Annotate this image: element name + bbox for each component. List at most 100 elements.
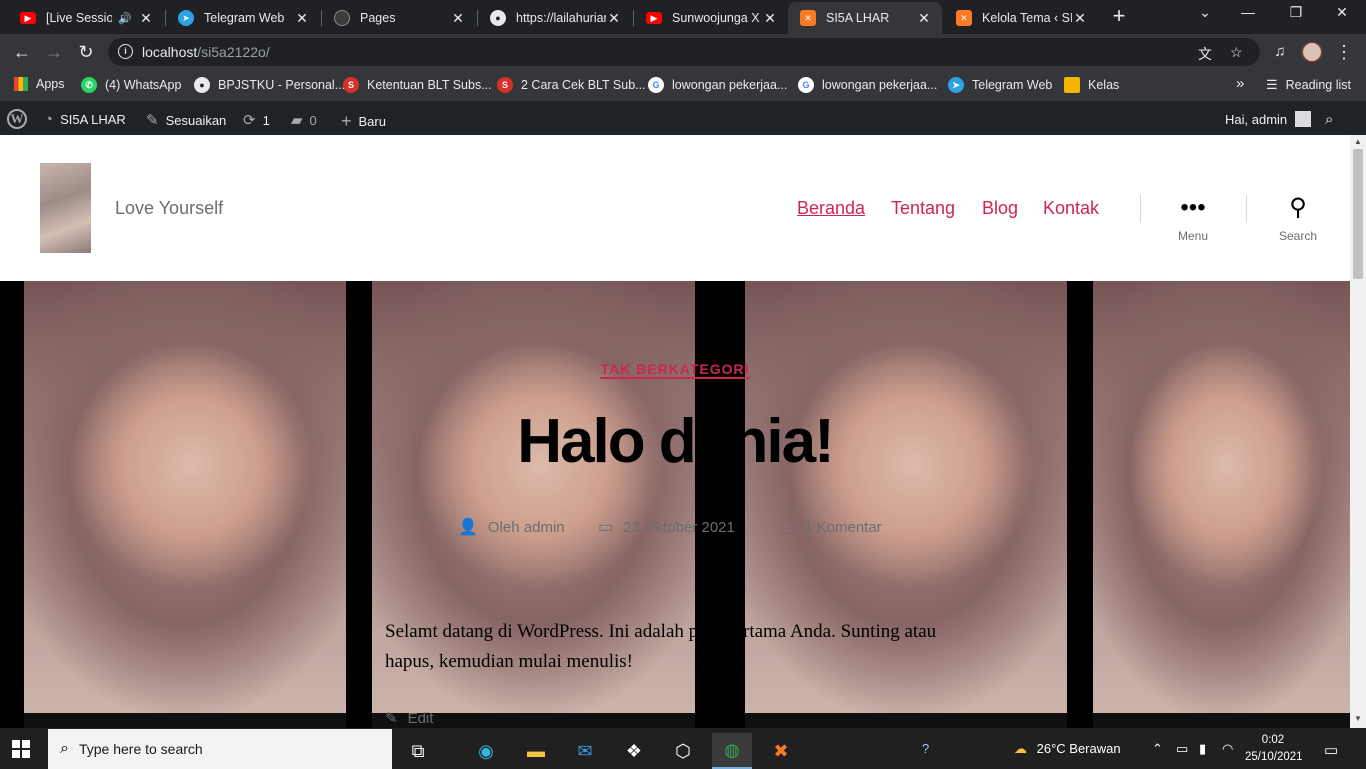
new-tab-button[interactable]: + bbox=[1108, 5, 1130, 27]
tab-title: SI5A LHAR bbox=[826, 11, 890, 25]
admin-comments[interactable]: ▰ 0 bbox=[291, 111, 317, 129]
bookmark-label: (4) WhatsApp bbox=[105, 78, 182, 92]
admin-site-name[interactable]: ◔ SI5A LHAR bbox=[44, 111, 126, 128]
tab-sunwoojunga[interactable]: ▶ Sunwoojunga X C ✕ bbox=[634, 2, 788, 34]
bookmark-lowongan-1[interactable]: G lowongan pekerjaa... bbox=[648, 77, 787, 93]
close-tab-icon[interactable]: ✕ bbox=[916, 10, 932, 27]
bookmark-telegram[interactable]: ➤ Telegram Web bbox=[948, 77, 1052, 93]
taskbar-search-box[interactable]: ⌕ Type here to search bbox=[48, 729, 392, 769]
admin-search-icon[interactable]: ⌕ bbox=[1325, 111, 1340, 128]
nav-beranda[interactable]: Beranda bbox=[797, 198, 865, 219]
nav-kontak[interactable]: Kontak bbox=[1043, 198, 1099, 219]
post-author[interactable]: 👤 Oleh admin bbox=[458, 517, 565, 537]
close-tab-icon[interactable]: ✕ bbox=[138, 10, 154, 27]
show-hidden-icons[interactable]: ⌃ bbox=[1152, 741, 1163, 757]
minimize-button[interactable]: — bbox=[1228, 4, 1268, 20]
restore-button[interactable]: ❐ bbox=[1276, 4, 1316, 21]
url-text[interactable]: localhost/si5a2122o/ bbox=[142, 44, 270, 60]
vpn-app-icon[interactable]: ⬡ bbox=[663, 733, 703, 769]
bookmark-cara-cek-blt[interactable]: S 2 Cara Cek BLT Sub... bbox=[497, 77, 646, 93]
user-icon: 👤 bbox=[458, 519, 478, 536]
address-bar[interactable]: i localhost/si5a2122o/ 文 ☆ bbox=[108, 38, 1260, 66]
close-tab-icon[interactable]: ✕ bbox=[294, 10, 310, 27]
admin-account[interactable]: Hai, admin bbox=[1225, 111, 1312, 127]
meet-now-icon[interactable]: ▭ bbox=[1176, 741, 1188, 757]
admin-new[interactable]: + Baru bbox=[341, 111, 386, 132]
edit-post-link[interactable]: ✎ Edit bbox=[385, 709, 433, 728]
admin-updates[interactable]: ⟳ 1 bbox=[243, 111, 270, 129]
close-window-button[interactable]: ✕ bbox=[1322, 4, 1362, 21]
notification-center-icon[interactable]: ▭ bbox=[1324, 741, 1338, 759]
dropbox-icon[interactable]: ❖ bbox=[614, 733, 654, 769]
chrome-menu-icon[interactable]: ⋮ bbox=[1332, 40, 1356, 64]
admin-customize[interactable]: ✎ Sesuaikan bbox=[146, 111, 226, 129]
browser-toolbar: ← → ↻ i localhost/si5a2122o/ 文 ☆ ♫ ⋮ bbox=[0, 34, 1366, 70]
file-explorer-icon[interactable]: ▬ bbox=[516, 733, 556, 769]
close-tab-icon[interactable]: ✕ bbox=[762, 10, 778, 27]
more-bookmarks-button[interactable]: » bbox=[1236, 75, 1244, 92]
menu-toggle-button[interactable]: ••• Menu bbox=[1153, 193, 1233, 243]
mail-icon[interactable]: ✉ bbox=[565, 733, 605, 769]
edge-icon[interactable]: ◉ bbox=[466, 733, 506, 769]
windows-start-button[interactable] bbox=[12, 740, 30, 758]
wordpress-logo-icon[interactable]: W bbox=[7, 109, 27, 129]
xampp-icon[interactable]: ✖ bbox=[761, 733, 801, 769]
scrollbar-thumb[interactable] bbox=[1353, 149, 1363, 279]
windows-taskbar: ⌕ Type here to search ⧉ ◉ ▬ ✉ ❖ ⬡ ◍ ✖ ? … bbox=[0, 729, 1366, 769]
category-link[interactable]: TAK BERKATEGORI bbox=[600, 361, 750, 379]
post-title[interactable]: Halo dunia! bbox=[0, 406, 1350, 477]
tab-pages[interactable]: Pages ✕ bbox=[322, 2, 476, 34]
post-date[interactable]: ▭ 23 Oktober 2021 bbox=[598, 517, 735, 537]
tab-telegram[interactable]: ➤ Telegram Web ✕ bbox=[166, 2, 320, 34]
post-category[interactable]: TAK BERKATEGORI bbox=[0, 361, 1350, 379]
translate-icon[interactable]: 文 bbox=[1198, 44, 1212, 64]
site-header: Love Yourself Beranda Tentang Blog Konta… bbox=[0, 135, 1350, 281]
bookmark-apps[interactable]: Apps bbox=[14, 77, 65, 91]
scroll-down-arrow[interactable]: ▼ bbox=[1354, 714, 1362, 723]
site-info-icon[interactable]: i bbox=[118, 44, 133, 59]
tab-live-session[interactable]: ▶ [Live Session] 🔊 ✕ bbox=[8, 2, 164, 34]
search-toggle-button[interactable]: ⚲ Search bbox=[1258, 193, 1338, 243]
page-scrollbar[interactable]: ▲ ▼ bbox=[1350, 135, 1366, 728]
bookmark-lowongan-2[interactable]: G lowongan pekerjaa... bbox=[798, 77, 937, 93]
chrome-icon[interactable]: ◍ bbox=[712, 733, 752, 769]
profile-avatar[interactable] bbox=[1301, 41, 1323, 63]
wifi-icon[interactable]: ◠ bbox=[1222, 741, 1233, 757]
post-comments[interactable]: ▢ 1 Komentar bbox=[779, 517, 882, 537]
bookmark-kelas[interactable]: Kelas bbox=[1064, 77, 1119, 93]
tab-lailahurian[interactable]: ● https://lailahurian ✕ bbox=[478, 2, 632, 34]
close-tab-icon[interactable]: ✕ bbox=[606, 10, 622, 27]
tab-si5a-lhar[interactable]: ✕ SI5A LHAR ✕ bbox=[788, 2, 942, 34]
bookmark-ketentuan-blt[interactable]: S Ketentuan BLT Subs... bbox=[343, 77, 492, 93]
bookmark-star-icon[interactable]: ☆ bbox=[1230, 44, 1243, 61]
nav-blog[interactable]: Blog bbox=[982, 198, 1018, 219]
help-icon[interactable]: ? bbox=[922, 741, 929, 756]
speaker-icon[interactable]: 🔊 bbox=[118, 12, 132, 25]
clock-date: 25/10/2021 bbox=[1245, 751, 1303, 763]
close-tab-icon[interactable]: ✕ bbox=[450, 10, 466, 27]
xampp-icon: ✕ bbox=[800, 10, 816, 26]
task-view-icon[interactable]: ⧉ bbox=[398, 733, 438, 769]
system-clock[interactable]: 0:02 25/10/2021 bbox=[1245, 732, 1303, 766]
site-logo[interactable] bbox=[40, 163, 91, 253]
bookmark-label: lowongan pekerjaa... bbox=[672, 78, 788, 92]
weather-widget[interactable]: ☁ 26°C Berawan bbox=[1014, 741, 1121, 757]
media-control-icon[interactable]: ♫ bbox=[1268, 40, 1292, 64]
wp-admin-bar: W ◔ SI5A LHAR ✎ Sesuaikan ⟳ 1 ▰ 0 + Baru… bbox=[0, 103, 1366, 135]
reload-button[interactable]: ↻ bbox=[74, 40, 98, 64]
bookmark-bpjstku[interactable]: ● BPJSTKU - Personal... bbox=[194, 77, 345, 93]
site-title[interactable]: Love Yourself bbox=[115, 198, 223, 219]
bookmark-whatsapp[interactable]: ✆ (4) WhatsApp bbox=[81, 77, 181, 93]
tab-kelola-tema[interactable]: ✕ Kelola Tema ‹ SI5 ✕ bbox=[944, 2, 1098, 34]
tab-title: [Live Session] bbox=[46, 11, 113, 25]
battery-icon[interactable]: ▮ bbox=[1199, 741, 1206, 757]
back-button[interactable]: ← bbox=[10, 40, 34, 64]
bookmark-label: Ketentuan BLT Subs... bbox=[367, 78, 492, 92]
nav-tentang[interactable]: Tentang bbox=[891, 198, 955, 219]
scroll-up-arrow[interactable]: ▲ bbox=[1354, 137, 1362, 146]
tab-search-chevron-icon[interactable]: ⌄ bbox=[1185, 4, 1225, 21]
reading-list-button[interactable]: ☰ Reading list bbox=[1266, 77, 1351, 93]
forward-button[interactable]: → bbox=[42, 40, 66, 64]
close-tab-icon[interactable]: ✕ bbox=[1072, 10, 1088, 27]
comments-count: 0 bbox=[309, 112, 317, 128]
